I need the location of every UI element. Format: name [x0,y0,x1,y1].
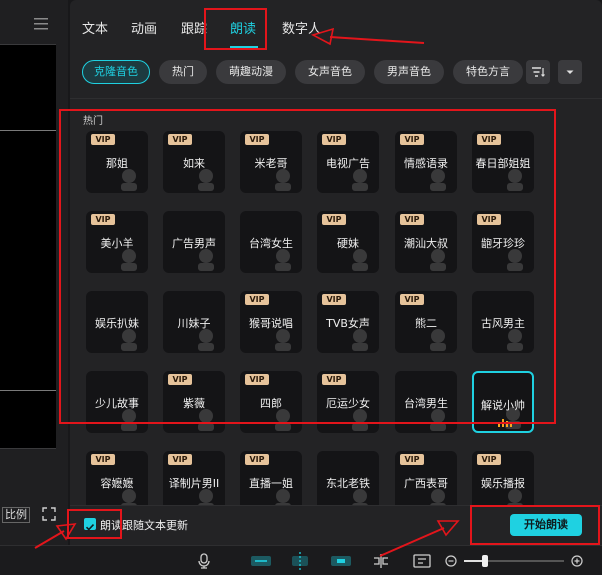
vip-badge: VIP [245,454,269,465]
microphone-icon[interactable] [197,553,211,569]
category-hot[interactable]: 热门 [159,60,207,84]
annotation-box-start-button [470,505,600,545]
category-male-voice[interactable]: 男声音色 [374,60,444,84]
tab-animation[interactable]: 动画 [131,18,157,37]
video-preview [0,44,56,449]
zoom-in-icon[interactable] [571,555,583,567]
category-female-voice[interactable]: 女声音色 [295,60,365,84]
filter-icon [532,67,545,77]
voice-name: 直播一姐 [249,477,293,490]
vip-badge: VIP [477,454,501,465]
annotation-box-tab [204,8,267,50]
voice-card[interactable]: VIP 广西表哥 [395,451,457,513]
chevron-down-icon [566,70,574,74]
vip-badge-label: VIP [172,455,188,464]
tab-text[interactable]: 文本 [82,18,108,37]
zoom-slider-handle[interactable] [482,555,488,567]
divider [70,98,602,99]
category-dialect[interactable]: 特色方言 [453,60,523,84]
vip-badge-label: VIP [249,455,265,464]
voice-card[interactable]: VIP 直播一姐 [240,451,302,513]
split-icon[interactable] [372,553,390,569]
preview-panel: 比例 [0,0,68,545]
filter-button[interactable] [526,60,550,84]
guide-line [0,130,56,131]
voice-name: 容嬷嬷 [100,477,134,490]
tab-bar: 文本 动画 跟踪 朗读 数字人 [70,0,602,54]
vip-badge-label: VIP [481,455,497,464]
vip-badge-label: VIP [95,455,111,464]
magnet-snap-icon[interactable] [290,552,310,570]
zoom-slider-fill [464,560,484,562]
annotation-box-checkbox [67,509,122,539]
vip-badge: VIP [91,454,115,465]
voice-card[interactable]: VIP 译制片男II [163,451,225,513]
annotation-box-voice-grid [59,109,556,424]
timeline-toolbar [0,545,602,575]
menu-icon[interactable] [34,18,48,30]
vip-badge: VIP [400,454,424,465]
guide-line [0,390,56,391]
zoom-out-icon[interactable] [445,555,457,567]
category-clone-voice[interactable]: 克隆音色 [82,60,150,84]
link-clips-icon[interactable] [250,554,272,568]
fullscreen-icon[interactable] [42,507,56,521]
aspect-ratio-button[interactable]: 比例 [2,507,30,523]
voice-name: 译制片男II [168,477,220,490]
voice-card[interactable]: 东北老铁 [317,451,379,513]
more-categories-button[interactable] [558,60,582,84]
category-cute-anime[interactable]: 萌趣动漫 [216,60,286,84]
tab-digital-human[interactable]: 数字人 [282,18,321,37]
voice-name: 娱乐播报 [481,477,525,490]
zoom-fit-icon[interactable] [413,553,431,569]
voice-name: 广西表哥 [404,477,448,490]
voice-name: 东北老铁 [326,477,370,490]
voice-card[interactable]: VIP 娱乐播报 [472,451,534,513]
app-root: 比例 文本 动画 跟踪 朗读 数字人 克隆音色 热门 萌趣动漫 女声音色 男声音… [0,0,602,575]
vip-badge: VIP [168,454,192,465]
voice-card[interactable]: VIP 容嬷嬷 [86,451,148,513]
preview-axis-icon[interactable] [330,554,352,568]
vip-badge-label: VIP [404,455,420,464]
